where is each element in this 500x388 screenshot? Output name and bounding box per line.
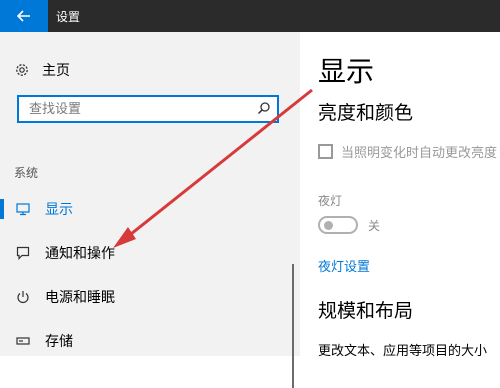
sidebar-item-display[interactable]: 显示 (0, 192, 300, 226)
scale-description: 更改文本、应用等项目的大小 (318, 344, 488, 359)
storage-icon (15, 333, 31, 349)
title-bar: 设置 (0, 0, 500, 32)
auto-brightness-option[interactable]: 当照明变化时自动更改亮度 (318, 142, 497, 161)
sidebar-item-notifications[interactable]: 通知和操作 (0, 236, 300, 270)
sidebar: 主页 系统 显示 通知和操作 (0, 32, 300, 388)
page-title: 显示 (318, 55, 375, 88)
sidebar-item-label: 显示 (45, 202, 73, 218)
scale-heading: 规模和布局 (318, 300, 414, 322)
monitor-icon (15, 201, 31, 217)
auto-brightness-checkbox[interactable] (318, 144, 333, 159)
main-content: 显示 亮度和颜色 当照明变化时自动更改亮度 夜灯 关 夜灯设置 规模和布局 更改… (300, 32, 500, 359)
sidebar-item-storage[interactable]: 存储 (0, 324, 300, 358)
sidebar-item-label: 电源和睡眠 (45, 290, 115, 306)
brightness-heading: 亮度和颜色 (318, 102, 414, 124)
sidebar-scrollbar[interactable] (292, 264, 294, 388)
night-light-toggle-row: 关 (318, 216, 380, 234)
night-light-settings-link[interactable]: 夜灯设置 (318, 256, 370, 275)
notification-icon (15, 245, 31, 261)
auto-brightness-label: 当照明变化时自动更改亮度 (341, 146, 498, 161)
section-label-system: 系统 (14, 166, 39, 180)
back-button[interactable] (0, 0, 48, 32)
night-light-state: 关 (368, 218, 381, 233)
sidebar-item-label: 存储 (45, 334, 73, 350)
home-label: 主页 (42, 63, 70, 79)
toggle-knob (324, 221, 333, 230)
search-box[interactable] (17, 95, 279, 123)
back-arrow-icon (17, 10, 30, 22)
window-title: 设置 (56, 10, 81, 24)
sidebar-item-power[interactable]: 电源和睡眠 (0, 280, 300, 314)
sidebar-item-label: 通知和操作 (45, 246, 115, 262)
power-icon (15, 289, 31, 305)
search-icon[interactable] (257, 101, 271, 115)
gear-icon (16, 64, 28, 76)
home-item[interactable]: 主页 (14, 60, 70, 80)
night-light-toggle[interactable] (318, 216, 358, 234)
night-light-label: 夜灯 (318, 194, 343, 208)
search-input[interactable] (27, 101, 241, 118)
